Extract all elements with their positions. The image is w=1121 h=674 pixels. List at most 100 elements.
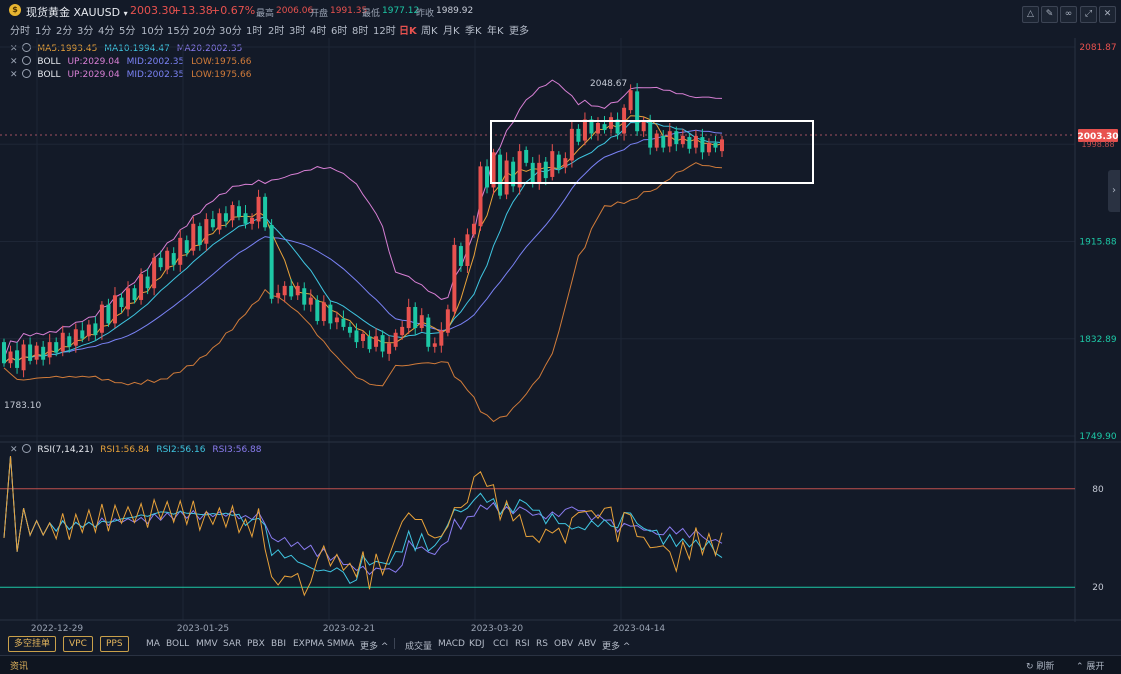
timeframe-5[interactable]: 5分	[119, 22, 135, 37]
main-indicator-6[interactable]: EXPMA	[293, 639, 324, 649]
main-indicator-4[interactable]: PBX	[247, 639, 265, 649]
rsi3-value: RSI3:56.88	[212, 445, 262, 455]
candle-body	[615, 119, 620, 134]
main-indicator-1[interactable]: BOLL	[166, 639, 189, 649]
candle-body	[21, 344, 26, 371]
gear-icon[interactable]	[21, 444, 31, 453]
news-tab[interactable]: 资讯	[10, 659, 28, 672]
timeframe-11[interactable]: 2时	[268, 22, 284, 37]
main-indicator-0[interactable]: MA	[146, 639, 160, 649]
sub-indicator-5[interactable]: RS	[536, 639, 548, 649]
timeframe-15[interactable]: 8时	[352, 22, 368, 37]
timeframe-13[interactable]: 4时	[310, 22, 326, 37]
main-indicator-7[interactable]: SMMA	[327, 639, 354, 649]
candle-body	[458, 246, 463, 266]
shape-tool-icon[interactable]: △	[1022, 6, 1039, 23]
candle-body	[269, 224, 274, 299]
timeframe-18[interactable]: 周K	[421, 22, 438, 37]
price-change: +13.38	[172, 4, 213, 17]
timeframe-3[interactable]: 3分	[77, 22, 93, 37]
chevron-down-icon[interactable]: ▾	[124, 9, 128, 18]
price-axis-label: 1915.88	[1079, 238, 1116, 248]
close-icon[interactable]: ✕	[10, 445, 18, 455]
timeframe-8[interactable]: 20分	[193, 22, 216, 37]
rsi1-value: RSI1:56.84	[100, 445, 150, 455]
close-icon[interactable]: ✕	[1099, 6, 1116, 23]
open-label: 开盘	[310, 9, 329, 19]
refresh-button[interactable]: ↻ 刷新	[1026, 659, 1054, 672]
candle-body	[406, 306, 411, 329]
prev-close-value: 1989.92	[436, 6, 474, 16]
boll-up: UP:2029.04	[67, 57, 120, 67]
news-bar: 资讯 ↻ 刷新 ⌃ 展开	[0, 655, 1121, 674]
sub-indicator-1[interactable]: MACD	[438, 639, 465, 649]
side-panel-toggle[interactable]: ›	[1108, 170, 1120, 212]
pen-icon[interactable]: ✎	[1041, 6, 1058, 23]
vpc-button[interactable]: VPC	[63, 636, 93, 652]
expand-button[interactable]: ⌃ 展开	[1076, 659, 1104, 672]
sub-indicator-2[interactable]: KDJ	[469, 639, 485, 649]
timeframe-22[interactable]: 更多	[509, 22, 529, 37]
price-axis-label: 1832.89	[1079, 335, 1116, 345]
candle-body	[256, 196, 261, 222]
timeframe-20[interactable]: 季K	[465, 22, 482, 37]
sub-indicator-3[interactable]: CCI	[493, 639, 508, 649]
sub-indicator-7[interactable]: ABV	[578, 639, 596, 649]
high-label: 最高	[256, 9, 275, 19]
close-icon[interactable]: ✕	[10, 57, 18, 67]
candle-body	[628, 90, 633, 111]
sub-indicator-4[interactable]: RSI	[515, 639, 530, 649]
symbol-selector[interactable]: 现货黄金 XAUUSD ▾	[26, 4, 128, 20]
close-icon[interactable]: ✕	[10, 70, 18, 80]
timeframe-9[interactable]: 30分	[219, 22, 242, 37]
main-indicator-2[interactable]: MMV	[196, 639, 218, 649]
timeframe-21[interactable]: 年K	[487, 22, 504, 37]
timeframe-4[interactable]: 4分	[98, 22, 114, 37]
symbol-name[interactable]: 现货黄金 XAUUSD	[26, 6, 120, 19]
candle-body	[184, 240, 189, 254]
pps-button[interactable]: PPS	[100, 636, 129, 652]
candle-body	[413, 306, 418, 329]
link-icon[interactable]: ∞	[1060, 6, 1077, 23]
sub-indicator-0[interactable]: 成交量	[405, 639, 432, 652]
timeframe-0[interactable]: 分时	[10, 22, 30, 37]
low-label: 最低	[362, 9, 381, 19]
gear-icon[interactable]	[21, 43, 31, 52]
close-icon[interactable]: ✕	[10, 44, 18, 54]
timeframe-7[interactable]: 15分	[167, 22, 190, 37]
candle-body	[556, 154, 561, 169]
main-indicator-5[interactable]: BBI	[271, 639, 286, 649]
timeframe-10[interactable]: 1时	[246, 22, 262, 37]
chevron-up-icon: ⌃	[1076, 662, 1084, 672]
candle-body	[152, 257, 157, 289]
sub-indicator-8[interactable]: 更多 ^	[602, 639, 630, 652]
timeframe-12[interactable]: 3时	[289, 22, 305, 37]
date-axis-label: 2023-02-21	[323, 624, 375, 634]
candle-body	[693, 135, 698, 148]
long-short-orders-button[interactable]: 多空挂单	[8, 636, 57, 652]
timeframe-16[interactable]: 12时	[373, 22, 396, 37]
main-indicator-8[interactable]: 更多 ^	[360, 639, 388, 652]
timeframe-6[interactable]: 10分	[141, 22, 164, 37]
candle-body	[563, 158, 568, 168]
candle-body	[106, 304, 111, 324]
main-indicator-3[interactable]: SAR	[223, 639, 241, 649]
timeframe-14[interactable]: 6时	[331, 22, 347, 37]
timeframe-2[interactable]: 2分	[56, 22, 72, 37]
timeframe-1[interactable]: 1分	[35, 22, 51, 37]
selection-rectangle[interactable]	[490, 120, 814, 184]
sub-indicator-6[interactable]: OBV	[554, 639, 573, 649]
gear-icon[interactable]	[21, 56, 31, 65]
last-price: 2003.30	[130, 4, 176, 17]
candle-body	[667, 131, 672, 147]
candle-body	[86, 324, 91, 337]
timeframe-19[interactable]: 月K	[443, 22, 460, 37]
candle-body	[197, 226, 202, 245]
gear-icon[interactable]	[21, 69, 31, 78]
ma20-value: MA20:2002.35	[176, 44, 243, 54]
candle-body	[15, 350, 20, 368]
current-price-label: 2003.30	[1078, 132, 1119, 142]
candlestick-chart[interactable]: 2081.87 1915.88 1832.89 1749.90 2003.30 199…	[0, 0, 1121, 673]
expand-icon[interactable]: ⤢	[1080, 6, 1097, 23]
timeframe-17[interactable]: 日K	[399, 22, 417, 37]
